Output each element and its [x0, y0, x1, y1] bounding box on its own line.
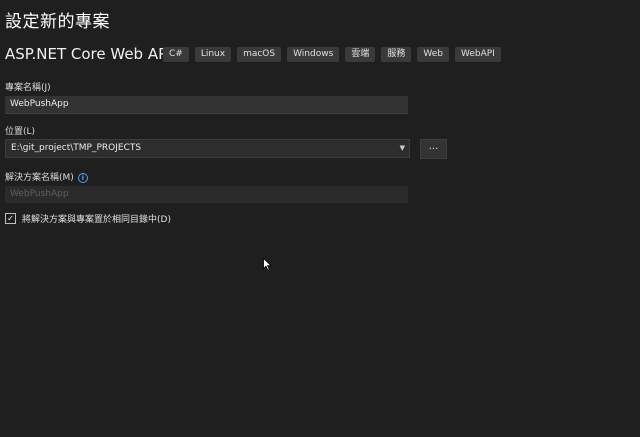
- page-title: 設定新的專案: [5, 12, 110, 32]
- same-directory-option[interactable]: ✓ 將解決方案與專案置於相同目錄中(D): [5, 212, 171, 225]
- tag: 雲端: [345, 47, 376, 62]
- project-name-input[interactable]: WebPushApp: [5, 96, 408, 114]
- browse-button[interactable]: ...: [420, 139, 447, 159]
- solution-name-input: WebPushApp: [5, 186, 408, 203]
- mouse-pointer-icon: [263, 256, 273, 275]
- tag: WebAPI: [454, 47, 501, 62]
- tag: macOS: [237, 47, 282, 62]
- solution-name-label: 解決方案名稱(M): [5, 173, 74, 183]
- location-value: E:\git_project\TMP_PROJECTS: [11, 143, 142, 153]
- tag: Web: [417, 47, 449, 62]
- solution-name-label-row: 解決方案名稱(M) i: [5, 170, 88, 183]
- location-select[interactable]: E:\git_project\TMP_PROJECTS ▼: [5, 139, 410, 158]
- same-directory-checkbox[interactable]: ✓: [5, 213, 16, 224]
- location-label: 位置(L): [5, 127, 36, 137]
- chevron-down-icon[interactable]: ▼: [400, 140, 405, 157]
- template-tags: C# Linux macOS Windows 雲端 服務 Web WebAPI: [163, 47, 501, 62]
- same-directory-label: 將解決方案與專案置於相同目錄中(D): [22, 215, 171, 225]
- template-name: ASP.NET Core Web API: [5, 45, 172, 63]
- configure-project-page: 設定新的專案 ASP.NET Core Web API C# Linux mac…: [0, 0, 640, 437]
- tag: Windows: [287, 47, 340, 62]
- project-name-label: 專案名稱(J): [5, 83, 51, 93]
- tag: C#: [163, 47, 189, 62]
- tag: 服務: [381, 47, 412, 62]
- info-icon[interactable]: i: [77, 173, 88, 183]
- tag: Linux: [194, 47, 232, 62]
